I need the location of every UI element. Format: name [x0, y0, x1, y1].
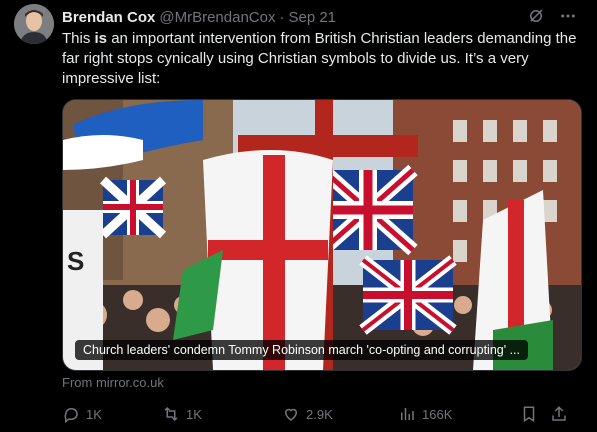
- march-photo: S: [63, 100, 581, 370]
- repost-button[interactable]: 1K: [162, 405, 282, 423]
- header-separator: ·: [279, 8, 285, 26]
- link-source[interactable]: From mirror.co.uk: [62, 375, 164, 390]
- tweet-header: Brendan Cox @MrBrendanCox · Sep 21: [62, 7, 577, 27]
- more-options-icon[interactable]: [559, 7, 577, 25]
- share-icon: [552, 406, 566, 421]
- tweet-date[interactable]: Sep 21: [288, 9, 336, 26]
- avatar-image: [14, 4, 54, 44]
- tweet-text-part1: This: [62, 30, 95, 47]
- union-flag-center: [318, 164, 418, 256]
- reply-icon: [64, 408, 78, 423]
- repost-count: 1K: [186, 406, 202, 422]
- author-avatar[interactable]: [14, 4, 54, 44]
- views-button[interactable]: 166K: [398, 405, 520, 423]
- reply-button[interactable]: 1K: [62, 405, 162, 423]
- svg-text:S: S: [67, 246, 84, 276]
- tweet-text-part2: an important intervention from British C…: [62, 30, 577, 87]
- link-card-caption[interactable]: Church leaders' condemn Tommy Robinson m…: [75, 340, 529, 360]
- share-button[interactable]: [550, 405, 574, 423]
- author-name[interactable]: Brendan Cox: [62, 9, 155, 26]
- like-button[interactable]: 2.9K: [282, 405, 398, 423]
- repost-icon: [164, 406, 178, 422]
- like-count: 2.9K: [306, 406, 333, 422]
- views-icon: [401, 408, 414, 420]
- grok-icon[interactable]: [527, 7, 545, 25]
- tweet-text: This is an important intervention from B…: [62, 29, 582, 89]
- heart-icon: [284, 408, 298, 421]
- link-card-image[interactable]: S Church leaders' condemn Tommy Robinson…: [62, 99, 582, 371]
- bookmark-icon: [523, 406, 535, 423]
- tweet-actions: 1K 1K 2.9K 166K: [62, 404, 580, 424]
- tweet-text-bold: is: [94, 30, 108, 47]
- views-count: 166K: [422, 406, 453, 422]
- reply-count: 1K: [86, 406, 102, 422]
- header-actions: [527, 7, 577, 25]
- author-handle[interactable]: @MrBrendanCox: [159, 9, 275, 26]
- bookmark-button[interactable]: [520, 405, 550, 423]
